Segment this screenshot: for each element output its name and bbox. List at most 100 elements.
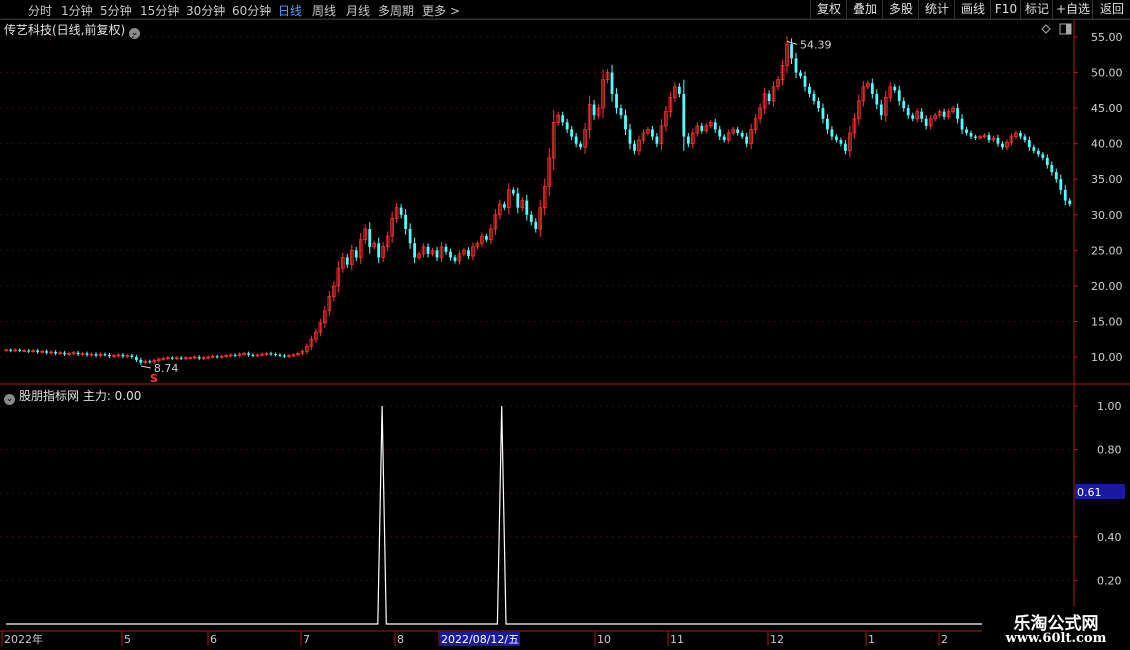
candle-body (965, 129, 968, 133)
candle-body (1027, 140, 1031, 148)
candlestick-series (4, 36, 1072, 365)
watermark-line2: www.60lt.com (1005, 631, 1107, 646)
candle-body (879, 104, 883, 116)
indicator-line-series (6, 405, 1070, 625)
candle-body (85, 353, 89, 355)
candle-body (906, 108, 910, 116)
candle-body (740, 133, 744, 137)
candle-body (808, 86, 811, 94)
candle-body (628, 129, 632, 144)
time-axis-label: 2022年 (4, 632, 43, 646)
candle-body (197, 357, 201, 359)
candle-body (722, 136, 726, 141)
candle-body (408, 229, 412, 244)
candle-body (1059, 179, 1063, 190)
price-axis-label: 40.00 (1091, 138, 1123, 151)
high-price-label: 54.39 (800, 38, 832, 51)
candle-body (251, 354, 255, 356)
candle-body (969, 133, 973, 137)
price-axis-label: 35.00 (1091, 173, 1123, 186)
candle-body (794, 58, 798, 73)
candle-body (987, 135, 991, 141)
candle-body (502, 204, 506, 208)
price-axis-label: 30.00 (1091, 209, 1123, 222)
candle-body (633, 143, 636, 151)
candle-body (54, 352, 58, 354)
candle-body (247, 353, 250, 355)
candle-body (1063, 189, 1067, 201)
chevron-down-icon[interactable]: ⌄ (4, 394, 15, 405)
indicator-title[interactable]: ⌄ 股朋指标网 主力: 0.00 (4, 387, 141, 405)
candle-body (799, 72, 802, 77)
low-pointer (140, 365, 151, 369)
candle-body (130, 355, 134, 357)
candle-body (453, 257, 457, 261)
candle-body (996, 137, 1000, 144)
candle-body (790, 44, 793, 59)
candle-body (821, 108, 825, 119)
candle-body (592, 104, 596, 116)
indicator-axis-label: 0.20 (1097, 574, 1122, 587)
price-axis-label: 50.00 (1091, 67, 1123, 80)
candle-body (121, 354, 125, 357)
candle-body (278, 354, 282, 356)
candle-body (624, 115, 627, 130)
candle-body (103, 354, 107, 356)
candle-body (269, 353, 273, 355)
candle-body (516, 193, 520, 208)
candle-body (960, 118, 964, 130)
time-axis-label: 1 (868, 633, 875, 646)
candle-body (574, 136, 578, 144)
candle-body (875, 93, 879, 105)
candle-body (27, 350, 31, 352)
candle-body (426, 246, 430, 254)
candle-body (803, 76, 807, 87)
candle-body (579, 143, 583, 148)
candle-body (148, 361, 152, 363)
candle-body (920, 111, 924, 119)
candle-body (745, 136, 749, 144)
price-axis-label: 10.00 (1091, 351, 1123, 364)
candle-body (839, 140, 843, 144)
candle-body (368, 229, 372, 247)
candle-body (139, 359, 143, 363)
candle-body (911, 115, 915, 119)
candle-body (435, 250, 439, 258)
candle-body (651, 129, 654, 137)
candle-body (45, 351, 49, 353)
time-axis-label: 6 (210, 633, 217, 646)
candle-body (76, 352, 80, 355)
candle-body (565, 122, 569, 130)
candle-body (718, 129, 722, 137)
candle-body (843, 143, 847, 151)
current-value-label: 0.61 (1077, 486, 1102, 499)
candle-body (835, 136, 838, 141)
indicator-title-text: 股朋指标网 主力: 0.00 (19, 389, 142, 403)
kline-chart[interactable]: 55.00 50.00 45.00 40.00 35.00 30.00 25.00 20.00… (0, 0, 1130, 650)
candle-body (713, 122, 717, 130)
candle-body (956, 108, 959, 119)
price-axis: 55.00 50.00 45.00 40.00 35.00 30.00 25.00 20.00… (1074, 31, 1123, 364)
candle-body (274, 354, 277, 356)
diamond-icon[interactable] (1041, 24, 1051, 34)
candle-body (686, 136, 690, 144)
candle-body (924, 118, 928, 126)
candle-body (1045, 157, 1049, 165)
price-axis-label: 25.00 (1091, 244, 1123, 257)
candle-body (108, 354, 111, 357)
candle-body (893, 86, 897, 91)
time-axis-label: 12 (770, 633, 784, 646)
candle-body (615, 93, 618, 109)
indicator-axis-label: 0.40 (1097, 531, 1122, 544)
time-axis-label: 2022/08/12/五 (441, 633, 519, 646)
price-axis-label: 15.00 (1091, 315, 1123, 328)
price-axis-label: 45.00 (1091, 102, 1123, 115)
candle-body (345, 257, 349, 265)
candle-body (570, 129, 574, 137)
candle-body (1001, 143, 1004, 148)
candle-body (902, 101, 906, 109)
indicator-axis-label: 0.80 (1097, 444, 1122, 457)
candle-body (1036, 150, 1040, 155)
indicator-line (6, 405, 1070, 625)
watermark-logo: 乐淘公式网 www.60lt.com (982, 606, 1130, 650)
